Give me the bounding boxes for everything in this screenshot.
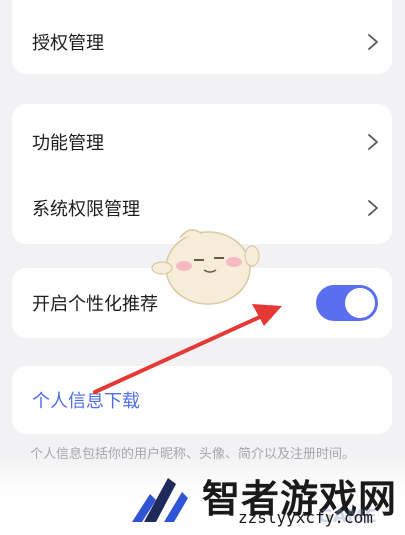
chevron-right-icon: [368, 34, 378, 50]
toggle-knob: [345, 288, 375, 318]
personal-info-download-link[interactable]: 个人信息下载: [32, 387, 140, 413]
personalized-recommendation-label: 开启个性化推荐: [32, 294, 158, 315]
personal-info-download-row[interactable]: 个人信息下载: [12, 368, 392, 432]
authorization-management-label: 授权管理: [32, 33, 104, 54]
personalized-recommendation-toggle[interactable]: [316, 285, 378, 321]
function-management-label: 功能管理: [32, 133, 104, 154]
watermark-url: zzslyyxcfy.com: [238, 508, 373, 527]
brand-logo-icon: [132, 478, 188, 522]
function-management-row[interactable]: 功能管理: [12, 110, 392, 174]
mascot-sticker-icon: [151, 229, 260, 305]
system-permission-management-label: 系统权限管理: [32, 199, 140, 220]
authorization-management-row[interactable]: 授权管理: [12, 10, 392, 74]
chevron-right-icon: [368, 134, 378, 150]
card-authorization: 授权管理: [12, 0, 392, 74]
chevron-right-icon: [368, 200, 378, 216]
card-download: 个人信息下载: [12, 366, 392, 434]
